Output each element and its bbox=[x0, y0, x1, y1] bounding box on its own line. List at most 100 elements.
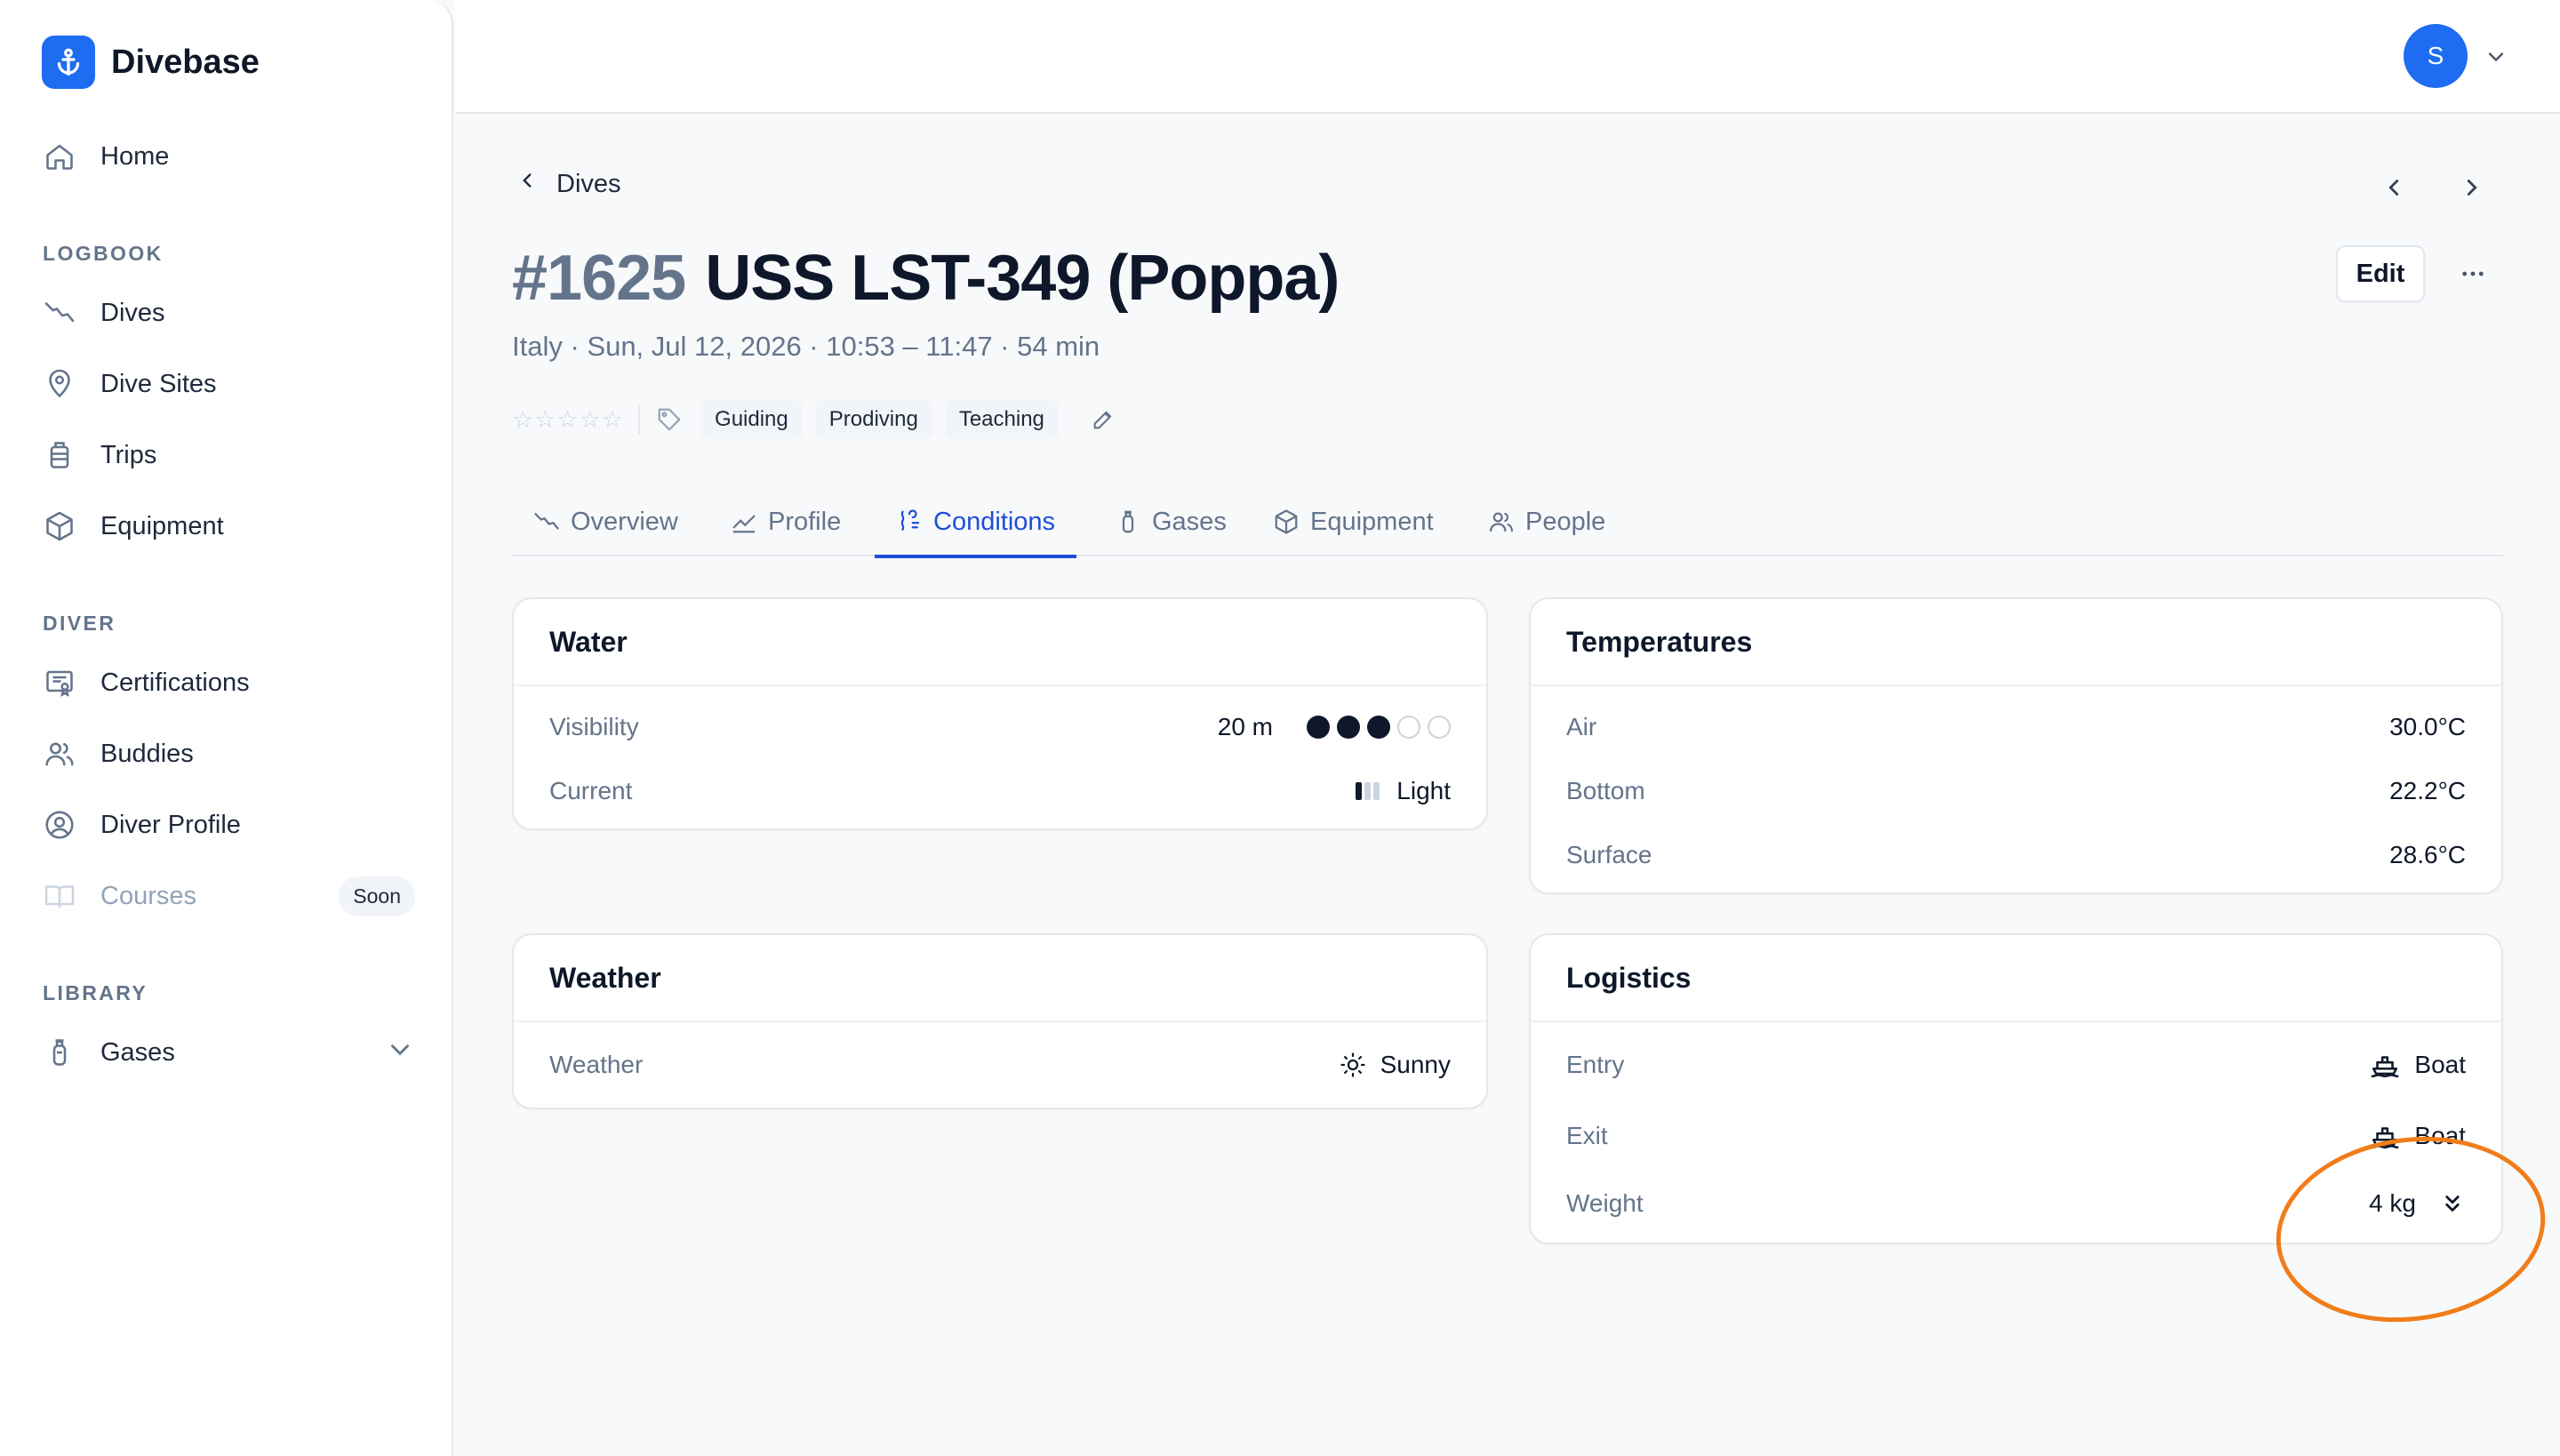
dive-number: #1625 bbox=[512, 243, 686, 314]
tab-overview[interactable]: Overview bbox=[533, 487, 678, 556]
anchor-icon bbox=[42, 36, 95, 89]
book-icon bbox=[42, 878, 77, 914]
sidebar-item-certifications[interactable]: Certifications bbox=[42, 656, 415, 709]
temp-row-surface: Surface 28.6°C bbox=[1566, 837, 2466, 873]
tab-label: Gases bbox=[1152, 507, 1227, 536]
card-title: Temperatures bbox=[1566, 626, 1753, 658]
topbar bbox=[455, 0, 2560, 114]
card-title: Weather bbox=[549, 962, 661, 994]
temp-label: Air bbox=[1566, 713, 1597, 740]
user-circle-icon bbox=[42, 807, 77, 843]
tank-icon bbox=[42, 1035, 77, 1070]
sidebar-item-equipment[interactable]: Equipment bbox=[42, 500, 415, 553]
luggage-icon bbox=[42, 437, 77, 473]
temp-value: 22.2°C bbox=[2389, 777, 2466, 804]
weather-value: Sunny bbox=[1340, 1051, 1451, 1079]
entry-row: Entry Boat bbox=[1566, 1047, 2466, 1083]
current-row: Current Light bbox=[549, 773, 1451, 809]
previous-dive-button[interactable] bbox=[2380, 174, 2407, 205]
tab-label: People bbox=[1525, 507, 1606, 536]
avatar[interactable]: S bbox=[2404, 24, 2468, 88]
divider bbox=[514, 684, 1486, 686]
soon-badge: Soon bbox=[339, 876, 415, 916]
visibility-dot bbox=[1307, 716, 1330, 739]
weather-label: Weather bbox=[549, 1051, 644, 1078]
section-diver: DIVER bbox=[43, 612, 116, 635]
temp-label: Surface bbox=[1566, 841, 1652, 868]
users-icon bbox=[1488, 508, 1515, 535]
card-title: Logistics bbox=[1566, 962, 1692, 994]
card-title: Water bbox=[549, 626, 628, 658]
sidebar-item-home[interactable]: Home bbox=[42, 130, 415, 183]
divider bbox=[1531, 684, 2501, 686]
temp-value: 28.6°C bbox=[2389, 841, 2466, 868]
sidebar: Divebase Home LOGBOOK Dives Dive Sites T… bbox=[0, 0, 453, 1456]
divider bbox=[638, 404, 641, 435]
entry-text: Boat bbox=[2414, 1051, 2466, 1078]
sidebar-item-dive-sites[interactable]: Dive Sites bbox=[42, 357, 415, 411]
tab-people[interactable]: People bbox=[1488, 487, 1605, 556]
chart-line-icon bbox=[731, 508, 757, 535]
page-title: #1625 USS LST-349 (Poppa) bbox=[512, 242, 1340, 315]
tab-conditions[interactable]: Conditions bbox=[874, 487, 1077, 558]
visibility-dot bbox=[1367, 716, 1390, 739]
next-dive-button[interactable] bbox=[2459, 174, 2485, 205]
tab-equipment[interactable]: Equipment bbox=[1273, 487, 1434, 556]
current-bar bbox=[1373, 782, 1380, 800]
exit-label: Exit bbox=[1566, 1122, 1608, 1149]
visibility-rating bbox=[1300, 716, 1451, 739]
section-library: LIBRARY bbox=[43, 981, 148, 1004]
tab-label: Overview bbox=[571, 507, 678, 536]
tab-gases[interactable]: Gases bbox=[1115, 487, 1227, 556]
sidebar-item-label: Trips bbox=[100, 440, 157, 469]
sidebar-item-label: Certifications bbox=[100, 668, 250, 697]
current-value: Light bbox=[1356, 777, 1451, 805]
entry-value: Boat bbox=[2370, 1050, 2466, 1080]
map-pin-icon bbox=[42, 366, 77, 402]
more-options-icon[interactable] bbox=[2453, 254, 2492, 293]
sidebar-item-trips[interactable]: Trips bbox=[42, 428, 415, 482]
sidebar-item-buddies[interactable]: Buddies bbox=[42, 727, 415, 780]
back-label: Dives bbox=[556, 169, 621, 198]
entry-label: Entry bbox=[1566, 1051, 1625, 1078]
sidebar-item-diver-profile[interactable]: Diver Profile bbox=[42, 798, 415, 852]
sidebar-item-dives[interactable]: Dives bbox=[42, 286, 415, 340]
divider bbox=[514, 1020, 1486, 1022]
section-logbook: LOGBOOK bbox=[43, 242, 164, 265]
weather-row: Weather Sunny bbox=[549, 1047, 1451, 1083]
cube-icon bbox=[42, 508, 77, 544]
tag-guiding: Guiding bbox=[700, 400, 803, 439]
sidebar-item-label: Buddies bbox=[100, 739, 194, 768]
brand[interactable]: Divebase bbox=[42, 36, 260, 89]
chevron-down-icon[interactable] bbox=[385, 1035, 415, 1069]
sidebar-item-label: Diver Profile bbox=[100, 810, 241, 839]
temp-value: 30.0°C bbox=[2389, 713, 2466, 740]
visibility-dot bbox=[1337, 716, 1360, 739]
tab-label: Profile bbox=[768, 507, 842, 536]
exit-row: Exit Boat bbox=[1566, 1118, 2466, 1154]
chevron-left-icon bbox=[516, 169, 539, 199]
edit-tags-icon[interactable] bbox=[1091, 407, 1116, 432]
visibility-label: Visibility bbox=[549, 713, 639, 740]
visibility-dot bbox=[1397, 716, 1420, 739]
tank-icon bbox=[1115, 508, 1141, 535]
temp-row-air: Air 30.0°C bbox=[1566, 709, 2466, 745]
back-to-dives-link[interactable]: Dives bbox=[516, 169, 621, 199]
chevron-down-icon[interactable] bbox=[2484, 44, 2508, 74]
tab-label: Conditions bbox=[933, 507, 1056, 536]
sidebar-item-label: Home bbox=[100, 141, 170, 171]
sidebar-item-gases[interactable]: Gases bbox=[42, 1026, 415, 1079]
tab-profile[interactable]: Profile bbox=[731, 487, 841, 556]
sidebar-item-label: Equipment bbox=[100, 511, 224, 540]
star-rating[interactable]: ☆☆☆☆☆ bbox=[512, 406, 624, 434]
divider bbox=[1531, 1020, 2501, 1022]
current-text: Light bbox=[1396, 777, 1451, 804]
dive-site-name: USS LST-349 (Poppa) bbox=[705, 243, 1340, 314]
certificate-icon bbox=[42, 665, 77, 700]
tag-prodiving: Prodiving bbox=[814, 400, 932, 439]
edit-button[interactable]: Edit bbox=[2336, 245, 2425, 302]
dive-icon bbox=[42, 295, 77, 331]
current-label: Current bbox=[549, 777, 633, 804]
users-icon bbox=[42, 736, 77, 772]
tab-label: Equipment bbox=[1310, 507, 1434, 536]
